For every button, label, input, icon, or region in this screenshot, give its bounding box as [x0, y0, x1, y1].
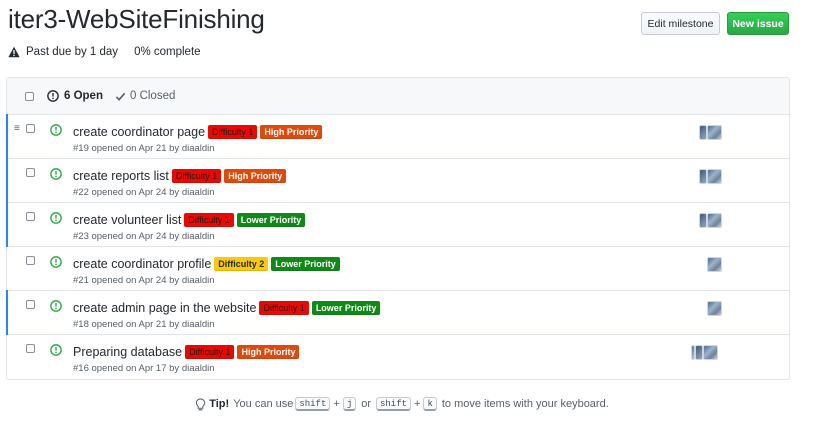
- issue-title-link[interactable]: create reports list: [73, 169, 169, 183]
- issue-title-line: create coordinator profile Difficulty 2 …: [73, 257, 340, 271]
- closed-filter[interactable]: 0 Closed: [115, 90, 175, 102]
- issue-checkbox[interactable]: [26, 168, 35, 177]
- issue-open-icon: [50, 256, 62, 268]
- priority-label[interactable]: Lower Priority: [271, 257, 340, 271]
- difficulty-label[interactable]: Difficulty 1: [208, 125, 258, 139]
- issue-meta: #18 opened on Apr 21 by diaaldin: [73, 319, 215, 330]
- priority-label[interactable]: High Priority: [260, 125, 323, 139]
- issue-open-icon: [50, 168, 62, 180]
- select-all-checkbox[interactable]: [25, 91, 34, 101]
- avatar[interactable]: [707, 169, 722, 184]
- avatar[interactable]: [703, 345, 718, 360]
- open-count: 6 Open: [64, 90, 103, 102]
- issue-checkbox[interactable]: [26, 300, 35, 309]
- issue-title-link[interactable]: create volunteer list: [73, 213, 181, 227]
- alert-icon: [8, 46, 20, 58]
- shift-key: shift: [295, 397, 331, 411]
- issue-checkbox[interactable]: [26, 344, 35, 353]
- issue-meta: #19 opened on Apr 21 by diaaldin: [73, 143, 215, 154]
- keyboard-tip: Tip! You can use shift + j or shift + k to m…: [0, 397, 804, 411]
- drag-handle-icon[interactable]: ≡: [14, 124, 20, 134]
- issue-title-link[interactable]: create admin page in the website: [73, 301, 256, 315]
- tip-text-2: to move items with your keyboard.: [441, 398, 609, 410]
- open-filter[interactable]: 6 Open: [47, 90, 103, 102]
- avatar[interactable]: [707, 257, 722, 272]
- issue-title-line: create volunteer list Difficulty 1 Lower…: [73, 213, 306, 227]
- issue-checkbox[interactable]: [26, 256, 35, 265]
- lightbulb-icon: [196, 397, 206, 410]
- issue-title-line: create coordinator page Difficulty 1 Hig…: [73, 125, 323, 139]
- j-key: j: [342, 397, 357, 411]
- assignee-avatars[interactable]: [691, 345, 718, 360]
- tip-label: Tip!: [209, 398, 230, 410]
- avatar[interactable]: [699, 169, 707, 184]
- difficulty-label[interactable]: Difficulty 1: [171, 169, 222, 183]
- issue-row[interactable]: ≡ create coordinator page Difficulty 1 H…: [6, 114, 789, 159]
- issue-title-line: create admin page in the website Difficu…: [73, 301, 381, 315]
- issue-row[interactable]: Preparing database Difficulty 1 High Pri…: [7, 335, 789, 379]
- issue-meta: #16 opened on Apr 17 by diaaldin: [73, 363, 215, 374]
- issue-open-icon: [50, 124, 62, 136]
- issue-meta: #22 opened on Apr 24 by diaaldin: [73, 187, 215, 198]
- issue-row[interactable]: create reports list Difficulty 1 High Pr…: [6, 158, 789, 203]
- issue-open-icon: [50, 344, 62, 356]
- avatar[interactable]: [707, 125, 722, 140]
- progress-text: 0% complete: [134, 46, 201, 58]
- avatar[interactable]: [707, 301, 722, 316]
- issue-opened-icon: [47, 90, 59, 102]
- issue-open-icon: [50, 300, 62, 312]
- issue-title-link[interactable]: create coordinator page: [73, 125, 205, 139]
- difficulty-label[interactable]: Difficulty 2: [214, 257, 269, 271]
- issue-row[interactable]: create admin page in the website Difficu…: [6, 290, 789, 335]
- issue-row[interactable]: create coordinator profile Difficulty 2 …: [7, 247, 789, 291]
- priority-label[interactable]: Lower Priority: [236, 213, 306, 227]
- issue-checkbox[interactable]: [26, 124, 35, 133]
- assignee-avatars[interactable]: [699, 213, 722, 228]
- issue-open-icon: [50, 212, 62, 224]
- issue-row[interactable]: create volunteer list Difficulty 1 Lower…: [6, 202, 789, 247]
- tip-text-1: You can use: [233, 398, 294, 410]
- issue-title-link[interactable]: Preparing database: [73, 345, 182, 359]
- milestone-meta: Past due by 1 day 0% complete: [8, 46, 201, 58]
- avatar[interactable]: [699, 213, 707, 228]
- difficulty-label[interactable]: Difficulty 1: [185, 345, 235, 359]
- priority-label[interactable]: Lower Priority: [311, 301, 381, 315]
- priority-label[interactable]: High Priority: [224, 169, 287, 183]
- issue-title-line: create reports list Difficulty 1 High Pr…: [73, 169, 287, 183]
- issue-checkbox[interactable]: [26, 212, 35, 221]
- k-key: k: [423, 397, 437, 411]
- due-status: Past due by 1 day: [26, 46, 119, 58]
- avatar[interactable]: [707, 213, 722, 228]
- avatar[interactable]: [699, 125, 707, 140]
- assignee-avatars[interactable]: [707, 257, 722, 272]
- difficulty-label[interactable]: Difficulty 1: [259, 301, 309, 315]
- assignee-avatars[interactable]: [699, 125, 722, 140]
- difficulty-label[interactable]: Difficulty 1: [184, 213, 234, 227]
- tip-or: or: [361, 398, 371, 410]
- edit-milestone-button[interactable]: Edit milestone: [641, 12, 720, 35]
- assignee-avatars[interactable]: [707, 301, 722, 316]
- issue-title-line: Preparing database Difficulty 1 High Pri…: [73, 345, 300, 359]
- issue-meta: #23 opened on Apr 24 by diaaldin: [73, 231, 215, 242]
- issues-list-header: 6 Open 0 Closed: [7, 78, 789, 115]
- new-issue-button[interactable]: New issue: [727, 12, 789, 35]
- shift-key: shift: [376, 397, 412, 411]
- avatar[interactable]: [695, 345, 703, 360]
- issues-list: 6 Open 0 Closed ≡ create coordinator pag…: [6, 77, 790, 380]
- milestone-title: iter3-WebSiteFinishing: [8, 4, 265, 34]
- issue-meta: #21 opened on Apr 24 by diaaldin: [73, 275, 215, 286]
- issue-title-link[interactable]: create coordinator profile: [73, 257, 211, 271]
- closed-count: 0 Closed: [129, 90, 176, 102]
- priority-label[interactable]: High Priority: [237, 345, 300, 359]
- check-icon: [115, 92, 126, 101]
- assignee-avatars[interactable]: [699, 169, 722, 184]
